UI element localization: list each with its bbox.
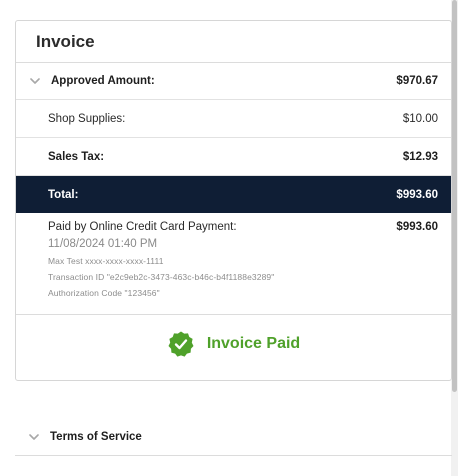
line-item-row: Shop Supplies: $10.00 bbox=[16, 100, 451, 138]
transaction-id: Transaction ID "e2c9eb2c-3473-463c-b46c-… bbox=[48, 272, 275, 282]
chevron-down-icon[interactable] bbox=[28, 431, 40, 443]
invoice-header: Invoice bbox=[16, 21, 451, 63]
payment-amount: $993.60 bbox=[396, 221, 438, 233]
approved-amount-label: Approved Amount: bbox=[51, 75, 155, 87]
payment-details: Paid by Online Credit Card Payment: $993… bbox=[16, 213, 451, 315]
total-value: $993.60 bbox=[396, 188, 438, 201]
total-label: Total: bbox=[48, 188, 79, 201]
payment-datetime: 11/08/2024 01:40 PM bbox=[48, 238, 158, 250]
shop-supplies-value: $10.00 bbox=[402, 112, 438, 125]
payment-method-label: Paid by Online Credit Card Payment: bbox=[48, 221, 237, 233]
approved-amount-value: $970.67 bbox=[396, 75, 438, 87]
chevron-down-icon[interactable] bbox=[29, 75, 41, 87]
scrollbar-thumb[interactable] bbox=[452, 0, 457, 392]
authorization-code: Authorization Code "123456" bbox=[48, 288, 160, 298]
total-row: Total: $993.60 bbox=[16, 176, 451, 213]
terms-of-service-label: Terms of Service bbox=[50, 431, 142, 443]
payment-card: Max Test xxxx-xxxx-xxxx-1111 bbox=[48, 256, 164, 266]
shop-supplies-label: Shop Supplies: bbox=[48, 112, 126, 125]
paid-status: Invoice Paid bbox=[16, 315, 451, 377]
check-badge-icon bbox=[167, 330, 195, 358]
invoice-card: Invoice Approved Amount: $970.67 Shop Su… bbox=[15, 20, 452, 381]
terms-of-service-row[interactable]: Terms of Service bbox=[15, 419, 452, 456]
scrollbar-track[interactable] bbox=[451, 0, 458, 476]
invoice-title: Invoice bbox=[36, 32, 95, 51]
invoice-paid-text: Invoice Paid bbox=[206, 335, 301, 352]
sales-tax-label: Sales Tax: bbox=[48, 150, 105, 163]
sales-tax-value: $12.93 bbox=[402, 150, 438, 163]
approved-amount-row[interactable]: Approved Amount: $970.67 bbox=[16, 63, 451, 100]
line-item-row: Sales Tax: $12.93 bbox=[16, 138, 451, 176]
